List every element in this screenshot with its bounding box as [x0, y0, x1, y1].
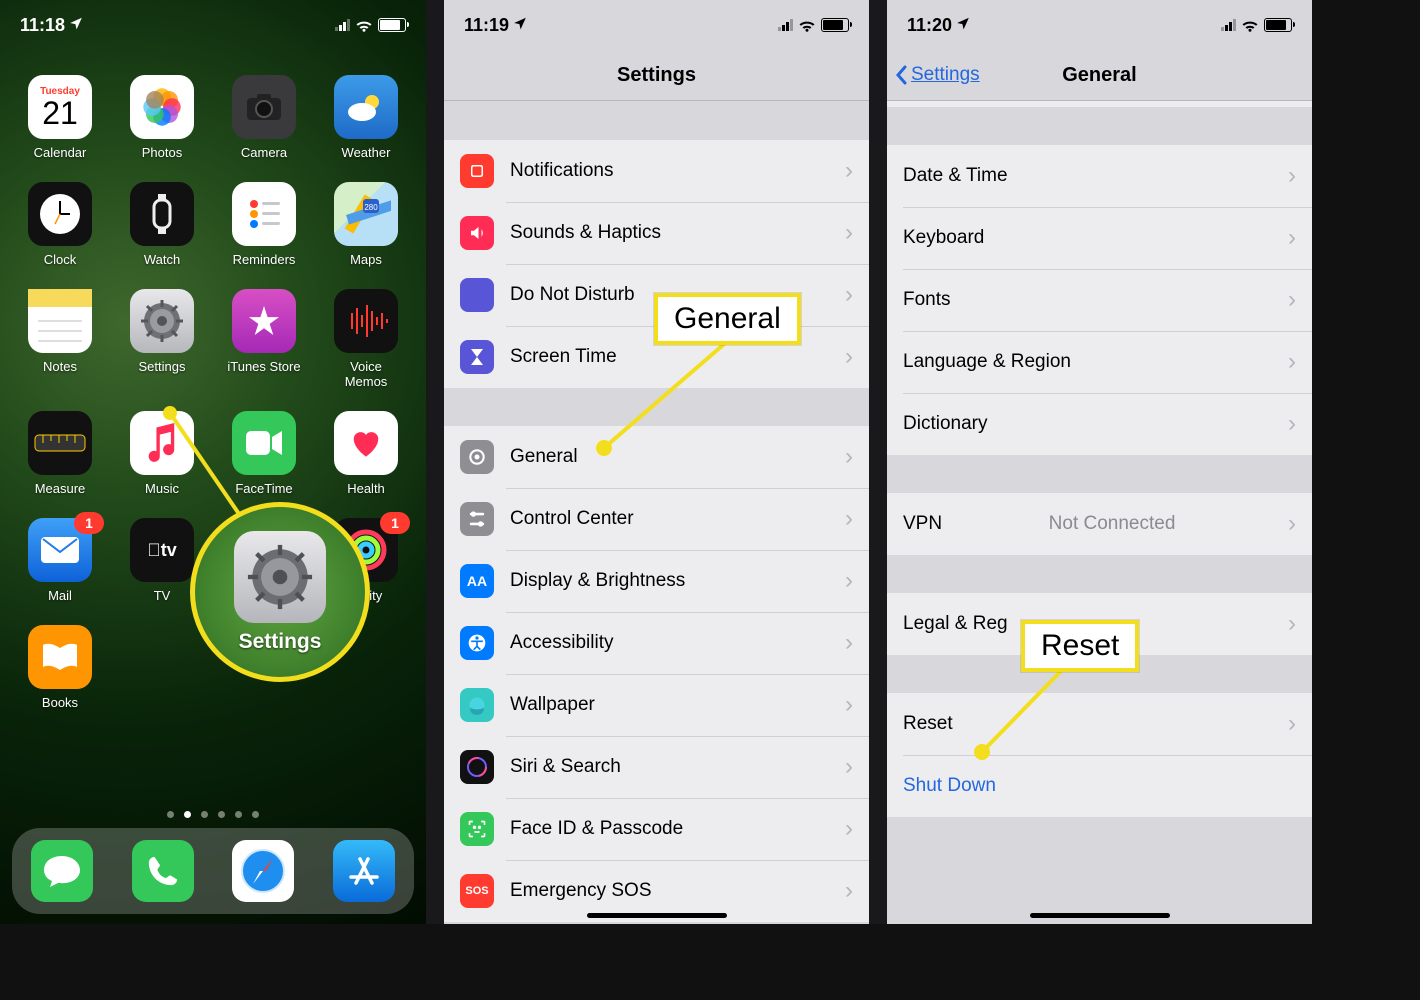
row-accessibility[interactable]: Accessibility ›	[444, 612, 869, 674]
callout-zoom-label: Settings	[239, 630, 322, 654]
callout-zoom-settings: Settings	[190, 502, 370, 682]
chevron-right-icon: ›	[845, 691, 853, 719]
home-indicator[interactable]	[587, 913, 727, 918]
row-label: Siri & Search	[510, 756, 621, 778]
panel-divider	[426, 0, 444, 924]
chevron-right-icon: ›	[845, 629, 853, 657]
chevron-right-icon: ›	[845, 753, 853, 781]
panel-divider	[869, 0, 887, 924]
row-label: Face ID & Passcode	[510, 818, 683, 840]
accessibility-icon	[460, 626, 494, 660]
chevron-right-icon: ›	[845, 877, 853, 905]
home-indicator[interactable]	[1030, 913, 1170, 918]
row-faceid-passcode[interactable]: Face ID & Passcode ›	[444, 798, 869, 860]
home-screen-panel: 11:18 Tuesday 21 Calendar Photos Came	[0, 0, 426, 924]
sos-icon: SOS	[460, 874, 494, 908]
row-label: Accessibility	[510, 632, 613, 654]
dock-safari[interactable]	[232, 840, 294, 902]
chevron-right-icon: ›	[845, 815, 853, 843]
callout-leader	[887, 0, 1312, 905]
faceid-icon	[460, 812, 494, 846]
callout-reset: Reset	[1021, 620, 1139, 672]
row-label: Emergency SOS	[510, 880, 652, 902]
siri-icon	[460, 750, 494, 784]
callout-general: General	[654, 293, 801, 345]
row-label: Wallpaper	[510, 694, 595, 716]
settings-root-panel: 11:19 Settings Notifications› Sounds & H…	[444, 0, 869, 924]
row-wallpaper[interactable]: Wallpaper ›	[444, 674, 869, 736]
wallpaper-icon	[460, 688, 494, 722]
settings-general-panel: 11:20 Settings General Background App Re…	[887, 0, 1312, 924]
dock-appstore[interactable]	[333, 840, 395, 902]
page-indicator[interactable]	[0, 811, 426, 818]
settings-icon-large	[234, 531, 326, 623]
row-siri-search[interactable]: Siri & Search ›	[444, 736, 869, 798]
dock-messages[interactable]	[31, 840, 93, 902]
dock-phone[interactable]	[132, 840, 194, 902]
dock	[12, 828, 414, 914]
